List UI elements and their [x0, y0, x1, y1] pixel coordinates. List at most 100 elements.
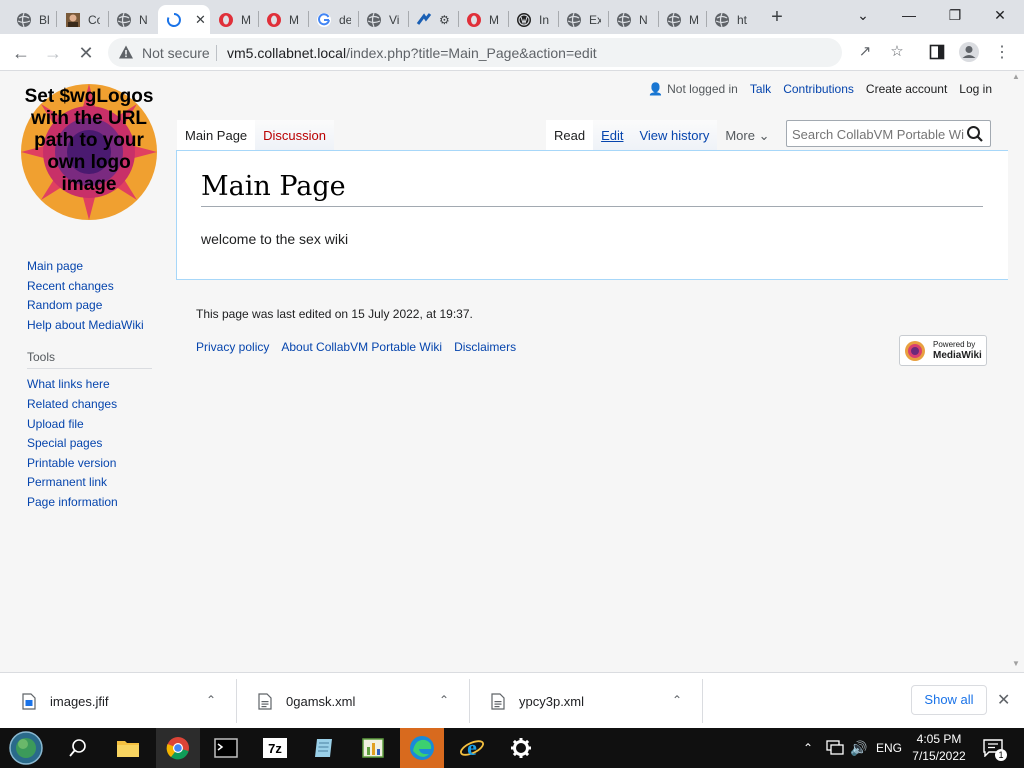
stop-loading-icon[interactable]: ✕	[75, 42, 97, 64]
new-tab-button[interactable]: +	[768, 6, 786, 28]
sidebar-item-special-pages[interactable]: Special pages	[27, 434, 157, 454]
tab-main-page[interactable]: Main Page	[177, 120, 256, 151]
profile-avatar-icon[interactable]	[958, 41, 980, 63]
mediawiki-flower-icon	[905, 341, 925, 361]
notepad-taskbar-button[interactable]	[302, 728, 346, 768]
talk-link[interactable]: Talk	[750, 82, 771, 96]
share-icon[interactable]: ↗	[856, 43, 874, 61]
download-bar: images.jfif ⌃ 0gamsk.xml ⌃ ypcy3p.xml ⌃ …	[0, 672, 1024, 728]
network-icon[interactable]	[826, 740, 844, 756]
internet-explorer-taskbar-button[interactable]: e	[450, 728, 494, 768]
content-area: Main Page welcome to the sex wiki	[176, 150, 1008, 280]
footer-link-about[interactable]: About CollabVM Portable Wiki	[281, 340, 442, 354]
chevron-up-icon[interactable]: ⌃	[672, 693, 682, 707]
volume-icon[interactable]: 🔊	[850, 728, 867, 768]
close-download-bar-icon[interactable]: ✕	[997, 690, 1010, 710]
sidebar-item-help[interactable]: Help about MediaWiki	[27, 316, 157, 336]
sidebar-item-upload-file[interactable]: Upload file	[27, 415, 157, 435]
globe-icon	[17, 12, 31, 27]
chrome-taskbar-button[interactable]	[156, 728, 200, 768]
sidebar-item-related-changes[interactable]: Related changes	[27, 395, 157, 415]
tab-view-history[interactable]: View history	[631, 120, 718, 151]
footer-link-privacy[interactable]: Privacy policy	[196, 340, 269, 354]
more-menu[interactable]: More ⌄	[717, 120, 777, 151]
contributions-link[interactable]: Contributions	[783, 82, 854, 96]
sidebar-item-page-information[interactable]: Page information	[27, 493, 157, 513]
download-item[interactable]: images.jfif ⌃	[0, 673, 236, 729]
browser-toolbar: ← → ✕ Not secure vm5.collabnet.local/ind…	[0, 34, 1024, 71]
menu-kebab-icon[interactable]: ⋮	[991, 42, 1013, 64]
chart-app-taskbar-button[interactable]	[351, 728, 395, 768]
browser-tab[interactable]: M	[458, 5, 501, 34]
side-panel-icon[interactable]	[929, 44, 945, 60]
warning-icon[interactable]	[118, 44, 134, 60]
settings-taskbar-button[interactable]	[499, 728, 543, 768]
url-path: /index.php?title=Main_Page&action=edit	[346, 45, 597, 61]
logo-text[interactable]: Set $wgLogos with the URL path to your o…	[18, 86, 160, 196]
terminal-taskbar-button[interactable]	[204, 728, 248, 768]
browser-tab[interactable]: In	[508, 5, 551, 34]
browser-tab[interactable]: Bl	[8, 5, 51, 34]
tab-discussion[interactable]: Discussion	[255, 120, 335, 151]
log-in-link[interactable]: Log in	[959, 82, 992, 96]
opera-icon	[267, 12, 281, 27]
download-filename: ypcy3p.xml	[519, 693, 585, 709]
browser-tab[interactable]: M	[658, 5, 701, 34]
personal-tools: 👤 Not logged in Talk Contributions Creat…	[636, 82, 992, 96]
sidebar-item-recent-changes[interactable]: Recent changes	[27, 277, 157, 297]
back-arrow-icon[interactable]: ←	[10, 42, 32, 64]
search-icon[interactable]	[966, 125, 984, 143]
browser-tab[interactable]: ⚙	[408, 5, 453, 34]
minimize-button[interactable]: —	[897, 4, 921, 26]
search-input[interactable]	[792, 125, 964, 143]
language-indicator[interactable]: ENG	[876, 728, 902, 768]
browser-tab[interactable]: M	[210, 5, 253, 34]
chevron-up-icon[interactable]: ⌃	[439, 693, 449, 707]
download-item[interactable]: 0gamsk.xml ⌃	[236, 673, 469, 729]
powered-by-mediawiki-badge[interactable]: Powered by MediaWiki	[899, 335, 987, 366]
start-button[interactable]	[4, 728, 48, 768]
browser-tab[interactable]: N	[108, 5, 151, 34]
globe-icon	[117, 12, 131, 27]
close-window-button[interactable]: ✕	[988, 4, 1012, 26]
browser-tab[interactable]: M	[258, 5, 301, 34]
tab-search-icon[interactable]: ⌄	[851, 4, 875, 26]
tray-chevron-up-icon[interactable]: ⌃	[803, 728, 813, 768]
browser-tab[interactable]: Vi	[358, 5, 401, 34]
edge-icon	[410, 736, 434, 760]
forward-arrow-icon[interactable]: →	[42, 42, 64, 64]
sidebar-item-main-page[interactable]: Main page	[27, 257, 157, 277]
close-tab-icon[interactable]: ✕	[195, 12, 206, 28]
file-explorer-button[interactable]	[106, 728, 150, 768]
sidebar-item-random-page[interactable]: Random page	[27, 296, 157, 316]
security-label[interactable]: Not secure	[142, 45, 210, 61]
create-account-link[interactable]: Create account	[866, 82, 947, 96]
search-taskbar-button[interactable]	[56, 728, 100, 768]
browser-tab[interactable]: Co	[57, 5, 100, 34]
page-scrollbar[interactable]: ▲ ▼	[1008, 72, 1024, 672]
download-item[interactable]: ypcy3p.xml ⌃	[469, 673, 702, 729]
browser-tab[interactable]: N	[608, 5, 651, 34]
sidebar-item-printable-version[interactable]: Printable version	[27, 454, 157, 474]
scroll-up-arrow-icon[interactable]: ▲	[1012, 72, 1020, 81]
address-bar[interactable]: Not secure vm5.collabnet.local/index.php…	[108, 38, 904, 67]
browser-tab-active[interactable]: ✕	[158, 5, 210, 34]
url-text[interactable]: vm5.collabnet.local/index.php?title=Main…	[227, 45, 597, 61]
tab-read[interactable]: Read	[546, 120, 594, 151]
edge-taskbar-button[interactable]	[400, 728, 444, 768]
sidebar-item-permanent-link[interactable]: Permanent link	[27, 473, 157, 493]
chevron-up-icon[interactable]: ⌃	[206, 693, 216, 707]
browser-tab[interactable]: Ex	[558, 5, 601, 34]
7zip-taskbar-button[interactable]: 7z	[253, 728, 297, 768]
show-all-downloads-button[interactable]: Show all	[911, 685, 987, 715]
tab-edit[interactable]: Edit	[593, 120, 632, 151]
system-clock[interactable]: 4:05 PM 7/15/2022	[908, 731, 970, 765]
xml-file-icon	[491, 692, 505, 710]
restore-button[interactable]: ❐	[943, 4, 967, 26]
scroll-down-arrow-icon[interactable]: ▼	[1012, 659, 1020, 668]
sidebar-item-what-links-here[interactable]: What links here	[27, 375, 157, 395]
footer-link-disclaimers[interactable]: Disclaimers	[454, 340, 516, 354]
browser-tab[interactable]: ht	[706, 5, 749, 34]
browser-tab[interactable]: de	[308, 5, 351, 34]
bookmark-star-icon[interactable]: ☆	[888, 43, 906, 61]
